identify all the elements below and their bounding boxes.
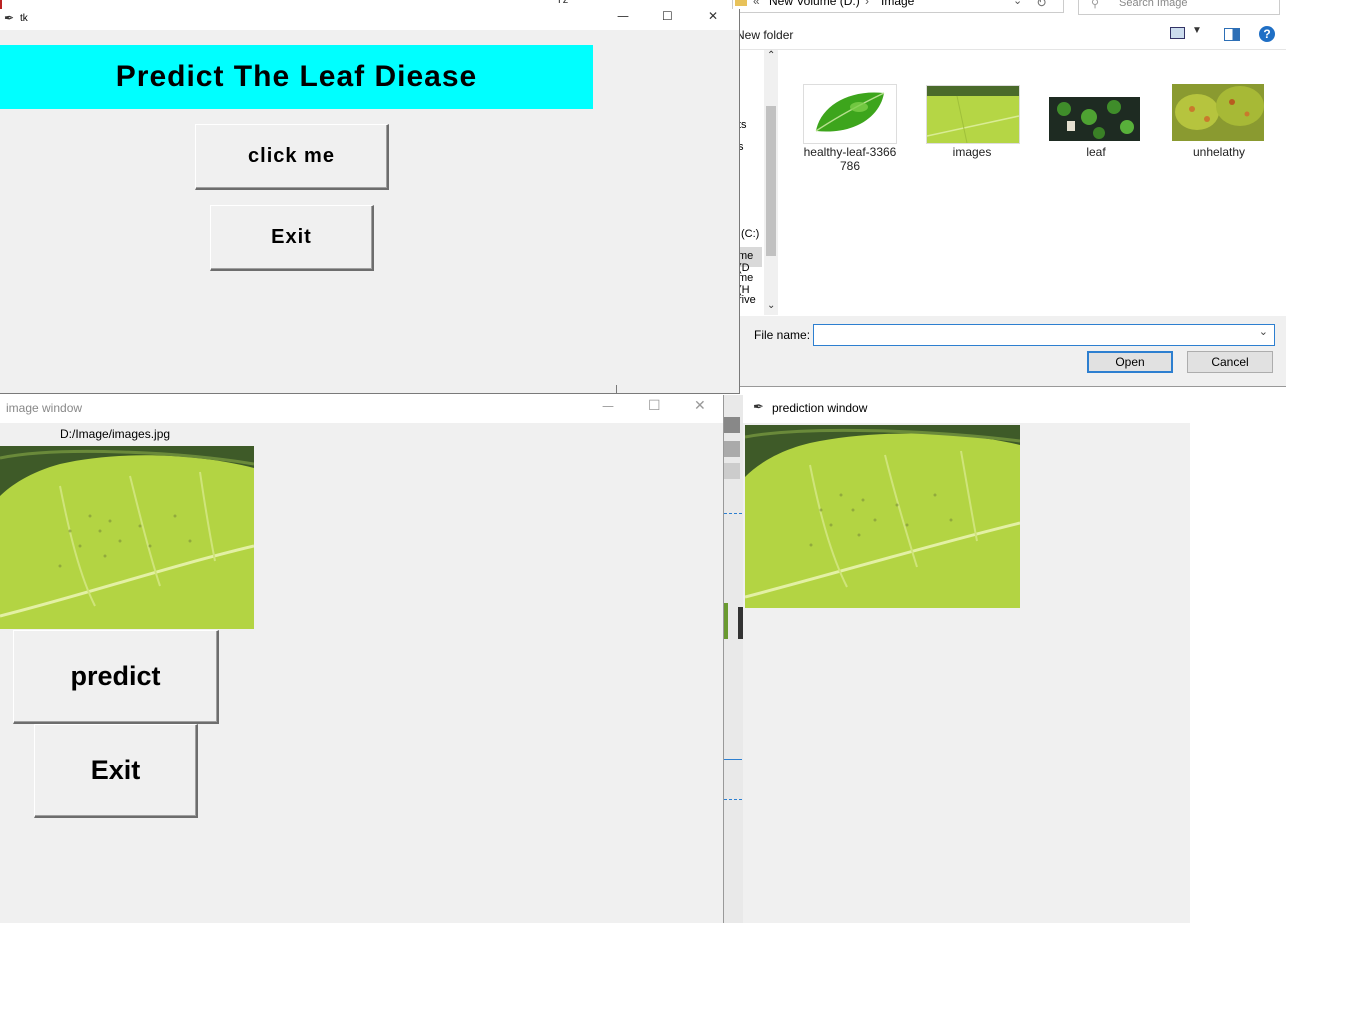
click-me-button[interactable]: click me [195, 124, 389, 190]
search-icon: ⚲ [1091, 0, 1100, 10]
toolbar-fragment [724, 417, 740, 433]
preview-pane-icon[interactable] [1224, 28, 1240, 41]
scroll-up-icon[interactable]: ⌃ [767, 50, 775, 61]
image-window-title: image window [6, 401, 83, 415]
dialog-footer: File name: ⌄ Open Cancel [736, 316, 1286, 386]
divider [724, 513, 742, 514]
prediction-window: ✒ prediction window [743, 395, 1190, 923]
scroll-down-icon[interactable]: ⌄ [767, 300, 775, 311]
prediction-leaf-image [745, 425, 1020, 608]
chevron-down-icon[interactable]: ⌄ [1013, 0, 1022, 7]
nav-item[interactable]: me (D [738, 250, 764, 274]
file-item[interactable] [1049, 97, 1140, 141]
minimize-button[interactable]: — [617, 9, 629, 23]
minimize-button[interactable]: — [602, 399, 614, 413]
divider [724, 799, 742, 800]
refresh-icon[interactable]: ↻ [1036, 0, 1047, 11]
image-fragment [724, 603, 728, 639]
scrollbar-thumb[interactable] [766, 106, 776, 256]
breadcrumb-drive[interactable]: New Volume (D:) [769, 0, 860, 8]
close-button[interactable]: ✕ [708, 9, 718, 23]
image-path-label: D:/Image/images.jpg [60, 427, 171, 441]
file-item[interactable] [803, 84, 897, 144]
close-button[interactable]: ✕ [694, 398, 706, 414]
divider [724, 759, 742, 760]
nav-item[interactable]: me (H [738, 272, 764, 296]
tk-titlebar: ✒ tk — ☐ ✕ [0, 9, 739, 30]
toolbar-fragment [724, 463, 740, 479]
nav-item[interactable]: (C:) [741, 228, 759, 240]
cancel-button[interactable]: Cancel [1187, 351, 1273, 373]
file-label-line2[interactable]: 786 [800, 159, 900, 173]
nav-pane: ts s (C:) me (D me (H rive [736, 50, 764, 315]
title-fragment: Tz [556, 0, 569, 6]
maximize-button[interactable]: ☐ [662, 9, 673, 23]
file-label[interactable]: leaf [1046, 145, 1146, 159]
file-name-input[interactable]: ⌄ [813, 324, 1275, 346]
file-label[interactable]: healthy-leaf-3366 [800, 145, 900, 159]
open-button[interactable]: Open [1087, 351, 1173, 373]
exit-button[interactable]: Exit [210, 205, 374, 271]
file-item[interactable] [926, 85, 1020, 144]
prediction-window-title: prediction window [772, 401, 868, 415]
breadcrumb-overflow[interactable]: « [753, 0, 760, 8]
leaf-image [0, 446, 254, 629]
file-label[interactable]: images [922, 145, 1022, 159]
tk-window: ✒ tk — ☐ ✕ Predict The Leaf Diease click… [0, 9, 740, 394]
new-folder-button[interactable]: New folder [736, 28, 793, 42]
file-label[interactable]: unhelathy [1169, 145, 1269, 159]
prediction-titlebar: ✒ prediction window [743, 395, 1190, 423]
view-dropdown-icon[interactable]: ▼ [1192, 25, 1202, 36]
tk-window-bottom-edge [0, 385, 617, 394]
file-name-label: File name: [754, 328, 811, 342]
unhealthy-thumbnail [1172, 84, 1264, 141]
folder-icon [735, 0, 747, 6]
maximize-button[interactable]: ☐ [648, 398, 661, 414]
breadcrumb-folder[interactable]: Image [881, 0, 914, 8]
help-icon[interactable]: ? [1259, 26, 1275, 42]
tk-title: tk [20, 13, 28, 24]
healthy-leaf-thumbnail [804, 85, 894, 141]
nav-item[interactable]: rive [738, 294, 756, 306]
images-thumbnail [927, 86, 1019, 143]
background-window-strip [723, 395, 745, 923]
feather-icon: ✒ [4, 11, 15, 25]
leaf-thumbnail [1049, 97, 1140, 141]
search-input[interactable]: ⚲ Search Image [1078, 0, 1280, 15]
toolbar-fragment [724, 441, 740, 457]
predict-button[interactable]: predict [13, 630, 219, 724]
feather-icon: ✒ [753, 399, 764, 414]
heading-text: Predict The Leaf Diease [115, 60, 478, 93]
chevron-down-icon[interactable]: ⌄ [1259, 325, 1268, 338]
breadcrumb-separator: › [865, 0, 869, 8]
address-bar[interactable]: « New Volume (D:) › Image ⌄ [732, 0, 1064, 13]
view-options-icon[interactable] [1170, 27, 1185, 39]
image-titlebar: image window — ☐ ✕ [0, 395, 723, 423]
heading-label: Predict The Leaf Diease [0, 45, 593, 109]
image-window: image window — ☐ ✕ D:/Image/images.jpg p… [0, 395, 723, 923]
search-placeholder: Search Image [1119, 0, 1188, 9]
exit-button[interactable]: Exit [34, 724, 198, 818]
file-item[interactable] [1172, 84, 1264, 141]
nav-scrollbar[interactable]: ⌃ ⌄ [764, 50, 778, 315]
